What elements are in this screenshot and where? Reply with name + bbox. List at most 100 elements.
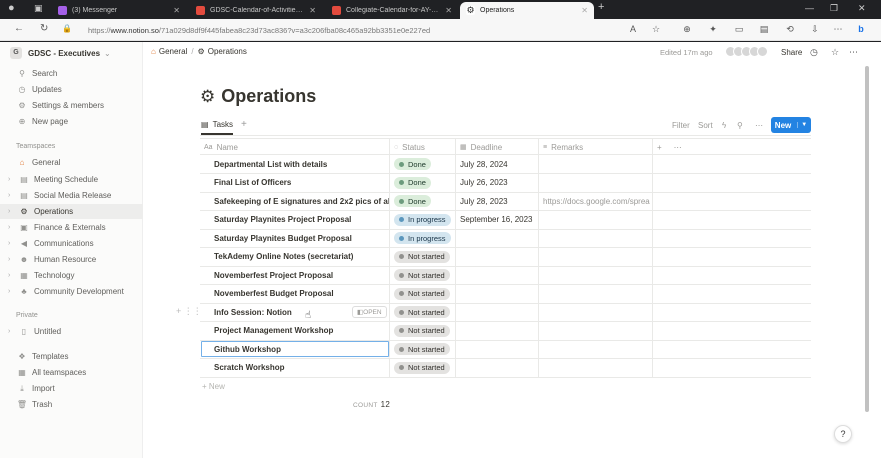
extension-icon[interactable]: ⊕ (681, 23, 693, 35)
scrollbar[interactable] (865, 66, 869, 412)
sidebar-item-templates[interactable]: ❖ Templates (0, 349, 143, 364)
table-row[interactable]: Departmental List with details Done July 2… (200, 155, 811, 174)
cell-remarks[interactable] (539, 173, 653, 192)
cell-remarks[interactable] (539, 266, 653, 284)
sidebar-item-updates[interactable]: ◷ Updates (0, 82, 143, 97)
breadcrumb-general[interactable]: General (159, 47, 187, 56)
table-row[interactable]: Novemberfest Budget Proposal Not started (200, 284, 811, 304)
chevron-right-icon[interactable]: › (8, 176, 16, 183)
tab-tasks[interactable]: ▤ Tasks (201, 120, 234, 135)
browser-tab-calendar-activities[interactable]: GDSC-Calendar-of-Activities-202 ✕ (190, 2, 322, 19)
cell-status[interactable]: Not started (390, 340, 456, 358)
sidebar-item-operations[interactable]: › ⚙ Operations (0, 204, 143, 219)
cell-remarks[interactable] (539, 210, 653, 229)
cell-deadline[interactable] (456, 303, 539, 321)
sidebar-item-meeting-schedule[interactable]: › ▤ Meeting Schedule (0, 172, 143, 187)
cell-deadline[interactable] (456, 266, 539, 284)
sidebar-item-new-page[interactable]: ⊕ New page (0, 114, 143, 129)
cell-name[interactable]: Novemberfest Project Proposal (200, 266, 390, 284)
close-window-icon[interactable]: ✕ (858, 3, 866, 14)
sidebar-item-communications[interactable]: › ◀ Communications (0, 236, 143, 251)
browser-tab-operations[interactable]: ⚙ Operations ✕ (460, 2, 594, 19)
collaborator-avatars[interactable] (725, 46, 768, 57)
table-row[interactable]: Safekeeping of E signatures and 2x2 pics… (200, 192, 811, 211)
sidebar-item-technology[interactable]: › ▦ Technology (0, 268, 143, 283)
column-header-name[interactable]: Aa Name (200, 139, 390, 155)
menu-icon[interactable]: ⋯ (832, 23, 844, 35)
table-row[interactable]: Scratch Workshop Not started (200, 358, 811, 378)
chevron-right-icon[interactable]: › (8, 272, 16, 279)
breadcrumb-operations[interactable]: Operations (208, 47, 247, 56)
chevron-right-icon[interactable]: › (8, 208, 16, 215)
cell-name[interactable]: Scratch Workshop (200, 358, 390, 377)
lock-icon[interactable]: 🔒 (62, 24, 72, 33)
table-row[interactable]: Final List of Officers Done July 26, 2023 (200, 173, 811, 193)
chevron-right-icon[interactable]: › (8, 256, 16, 263)
row-drag-handle-icon[interactable]: + ⋮⋮ (176, 306, 202, 317)
new-tab-icon[interactable]: + (598, 1, 604, 13)
cell-deadline[interactable] (456, 229, 539, 247)
table-row[interactable]: Saturday Playnites Project Proposal In pr… (200, 210, 811, 230)
chevron-right-icon[interactable]: › (8, 240, 16, 247)
cell-deadline[interactable] (456, 321, 539, 340)
cell-status[interactable]: Not started (390, 358, 456, 377)
chevron-right-icon[interactable]: › (8, 192, 16, 199)
cell-remarks[interactable] (539, 321, 653, 340)
cell-name[interactable]: TekAdemy Online Notes (secretariat) (200, 247, 390, 266)
new-row-button[interactable]: + New (202, 382, 225, 391)
workspace-switcher[interactable]: G GDSC - Executives ⌄ (10, 47, 111, 59)
browser-tab-collegiate-calendar[interactable]: Collegiate-Calendar-for-AY-2023 ✕ (326, 2, 458, 19)
cell-status[interactable]: Not started (390, 284, 456, 303)
table-row[interactable]: Info Session: Notion ◧ OPEN + ⋮⋮ Not starte… (176, 303, 811, 322)
column-header-status[interactable]: ◌ Status (390, 139, 456, 155)
favorite-star-icon[interactable]: ☆ (650, 23, 662, 35)
sidebar-item-human-resource[interactable]: › ☻ Human Resource (0, 252, 143, 267)
cell-status[interactable]: In progress (390, 229, 456, 247)
cell-status[interactable]: Not started (390, 303, 456, 321)
filter-button[interactable]: Filter (672, 121, 690, 130)
sidebar-item-untitled[interactable]: › ▯ Untitled (0, 324, 143, 339)
table-row[interactable]: Saturday Playnites Budget Proposal In pro… (200, 229, 811, 248)
url-field[interactable]: https://www.notion.so/71a029d8df9f445fab… (78, 22, 638, 38)
chevron-right-icon[interactable]: › (8, 224, 16, 231)
star-icon[interactable]: ☆ (831, 47, 839, 58)
cell-remarks[interactable] (539, 229, 653, 247)
cell-name[interactable]: Novemberfest Budget Proposal (200, 284, 390, 303)
maximize-icon[interactable]: ❐ (830, 3, 838, 14)
chevron-down-icon[interactable]: ▼ (797, 122, 807, 128)
cell-remarks[interactable] (539, 247, 653, 266)
workspaces-icon[interactable]: ▣ (34, 3, 43, 14)
cell-status[interactable]: Done (390, 173, 456, 192)
cell-deadline[interactable]: July 26, 2023 (456, 173, 539, 192)
cell-status[interactable]: Not started (390, 321, 456, 340)
sidebar-item-social-media-release[interactable]: › ▤ Social Media Release (0, 188, 143, 203)
profile-avatar-icon[interactable]: ● (8, 2, 15, 14)
cell-name[interactable]: Saturday Playnites Budget Proposal (200, 229, 390, 247)
sidebar-item-general[interactable]: ⌂ General (0, 155, 143, 170)
table-row[interactable]: Project Management Workshop Not started (200, 321, 811, 341)
sidebar-item-community-development[interactable]: › ♣ Community Development (0, 284, 143, 299)
bing-icon[interactable]: b (855, 23, 867, 35)
lightning-icon[interactable]: ϟ (722, 121, 726, 130)
cell-remarks[interactable]: https://docs.google.com/sprea (539, 192, 653, 210)
cell-deadline[interactable] (456, 284, 539, 303)
help-button[interactable]: ? (834, 425, 852, 443)
chevron-right-icon[interactable]: › (8, 328, 16, 335)
cell-deadline[interactable] (456, 247, 539, 266)
close-tab-icon[interactable]: ✕ (173, 6, 180, 15)
add-view-icon[interactable]: + (241, 119, 247, 130)
search-icon[interactable]: ⚲ (737, 121, 743, 130)
history-icon[interactable]: ⟲ (784, 23, 796, 35)
cell-name[interactable]: Final List of Officers (200, 173, 390, 192)
cell-name[interactable]: Github Workshop (200, 340, 390, 358)
cell-deadline[interactable]: July 28, 2024 (456, 155, 539, 173)
collections-icon[interactable]: ▤ (758, 23, 770, 35)
cell-remarks[interactable] (539, 340, 653, 358)
more-icon[interactable]: ⋯ (674, 143, 682, 152)
cell-name[interactable]: Project Management Workshop (200, 321, 390, 340)
read-aloud-icon[interactable]: A (627, 23, 639, 35)
sidebar-item-all-teamspaces[interactable]: ▦ All teamspaces (0, 365, 143, 380)
refresh-icon[interactable]: ↻ (40, 23, 48, 34)
column-header-deadline[interactable]: ▦ Deadline (456, 139, 539, 155)
new-button[interactable]: New ▼ (771, 117, 811, 133)
